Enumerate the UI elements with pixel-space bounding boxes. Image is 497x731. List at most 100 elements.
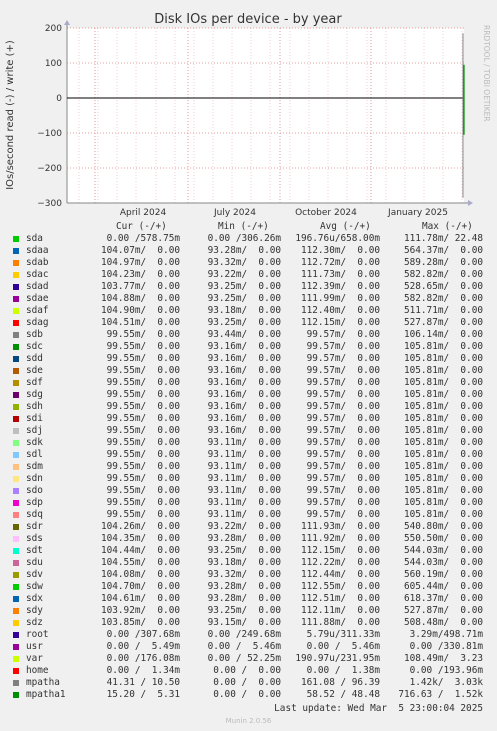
legend-value-avg: 111.99m/ 0.00: [300, 293, 380, 304]
legend-value-cur: 41.31 / 10.50: [106, 677, 180, 688]
legend-row: sdad 103.77m/ 0.00 93.25m/ 0.00 112.39m/ 0.…: [0, 281, 497, 293]
legend-series-name: sdt: [26, 545, 43, 556]
legend-row: sdt 104.44m/ 0.00 93.25m/ 0.00 112.15m/ 0.0…: [0, 545, 497, 557]
legend-value-avg: 99.57m/ 0.00: [306, 329, 380, 340]
legend-value-min: 93.11m/ 0.00: [207, 449, 281, 460]
y-axis: 200 100 0 −100 −200 −300: [37, 24, 62, 209]
legend-row: sdy 103.92m/ 0.00 93.25m/ 0.00 112.11m/ 0.0…: [0, 605, 497, 617]
legend-value-min: 0.00 / 5.46m: [207, 641, 281, 652]
legend-series-name: sdx: [26, 593, 43, 604]
legend-value-avg: 161.08 / 96.39: [300, 677, 380, 688]
legend-value-max: 105.81m/ 0.00: [403, 509, 483, 520]
x-tick-label: October 2024: [295, 208, 357, 218]
legend-value-avg: 112.22m/ 0.00: [300, 557, 380, 568]
legend-value-cur: 104.51m/ 0.00: [100, 317, 180, 328]
legend-series-name: sdr: [26, 521, 43, 532]
legend-series-name: mpatha: [26, 677, 60, 688]
legend-value-min: 93.16m/ 0.00: [207, 401, 281, 412]
legend-value-min: 0.00 / 52.25m: [207, 653, 281, 664]
legend-value-avg: 112.15m/ 0.00: [300, 317, 380, 328]
legend-swatch: [13, 392, 19, 398]
legend-swatch: [13, 320, 19, 326]
legend-swatch: [13, 404, 19, 410]
legend-value-min: 93.28m/ 0.00: [207, 533, 281, 544]
legend-value-cur: 99.55m/ 0.00: [106, 485, 180, 496]
legend-series-name: usr: [26, 641, 43, 652]
legend-swatch: [13, 296, 19, 302]
legend-value-max: 540.80m/ 0.00: [403, 521, 483, 532]
legend-value-cur: 99.55m/ 0.00: [106, 461, 180, 472]
legend-value-max: 111.78m/ 22.48: [403, 233, 483, 244]
legend-header-avg: Avg (-/+): [320, 221, 371, 232]
legend-value-max: 105.81m/ 0.00: [403, 413, 483, 424]
legend-value-min: 0.00 / 0.00: [213, 689, 281, 700]
rrdtool-watermark: RRDTOOL / TOBI OETIKER: [482, 25, 491, 122]
legend-row: sdo 99.55m/ 0.00 93.11m/ 0.00 99.57m/ 0.00 1…: [0, 485, 497, 497]
legend-value-avg: 99.57m/ 0.00: [306, 401, 380, 412]
legend-swatch: [13, 560, 19, 566]
legend-series-name: sdaa: [26, 245, 49, 256]
legend-series-name: sdad: [26, 281, 49, 292]
legend-swatch: [13, 644, 19, 650]
legend-value-max: 544.03m/ 0.00: [403, 557, 483, 568]
legend-row: sdf 99.55m/ 0.00 93.16m/ 0.00 99.57m/ 0.00 1…: [0, 377, 497, 389]
legend-swatch: [13, 248, 19, 254]
legend-value-max: 544.03m/ 0.00: [403, 545, 483, 556]
legend-swatch: [13, 464, 19, 470]
legend-swatch: [13, 428, 19, 434]
legend-value-cur: 0.00 / 5.49m: [106, 641, 180, 652]
legend-value-cur: 104.97m/ 0.00: [100, 257, 180, 268]
legend-value-min: 93.16m/ 0.00: [207, 341, 281, 352]
legend-row: sdd 99.55m/ 0.00 93.16m/ 0.00 99.57m/ 0.00 1…: [0, 353, 497, 365]
legend-value-max: 527.87m/ 0.00: [403, 317, 483, 328]
legend-value-cur: 0.00 / 1.34m: [106, 665, 180, 676]
legend-value-max: 105.81m/ 0.00: [403, 401, 483, 412]
legend-value-min: 93.11m/ 0.00: [207, 473, 281, 484]
legend-value-max: 105.81m/ 0.00: [403, 473, 483, 484]
legend-value-avg: 99.57m/ 0.00: [306, 425, 380, 436]
legend-row: sdx 104.61m/ 0.00 93.28m/ 0.00 112.51m/ 0.0…: [0, 593, 497, 605]
legend-series-name: sdi: [26, 413, 43, 424]
legend-value-cur: 104.70m/ 0.00: [100, 581, 180, 592]
legend-value-avg: 196.76u/658.00m: [295, 233, 380, 244]
legend-swatch: [13, 632, 19, 638]
legend-series-name: sda: [26, 233, 43, 244]
legend-swatch: [13, 356, 19, 362]
legend-swatch: [13, 500, 19, 506]
legend-value-min: 93.28m/ 0.00: [207, 245, 281, 256]
legend-value-max: 105.81m/ 0.00: [403, 497, 483, 508]
legend-series-name: sde: [26, 365, 43, 376]
legend-value-avg: 111.73m/ 0.00: [300, 269, 380, 280]
legend-value-avg: 99.57m/ 0.00: [306, 437, 380, 448]
legend-row: sdq 99.55m/ 0.00 93.11m/ 0.00 99.57m/ 0.00 1…: [0, 509, 497, 521]
legend-value-max: 105.81m/ 0.00: [403, 365, 483, 376]
legend-value-cur: 0.00 /578.75m: [106, 233, 180, 244]
legend-row: sdae 104.88m/ 0.00 93.25m/ 0.00 111.99m/ 0.…: [0, 293, 497, 305]
legend-value-min: 93.25m/ 0.00: [207, 317, 281, 328]
legend-value-max: 105.81m/ 0.00: [403, 389, 483, 400]
legend-value-max: 564.37m/ 0.00: [403, 245, 483, 256]
legend-row: sdz 103.85m/ 0.00 93.15m/ 0.00 111.88m/ 0.0…: [0, 617, 497, 629]
legend-series-name: root: [26, 629, 49, 640]
legend-value-avg: 99.57m/ 0.00: [306, 497, 380, 508]
legend-row: sde 99.55m/ 0.00 93.16m/ 0.00 99.57m/ 0.00 1…: [0, 365, 497, 377]
legend-value-max: 105.81m/ 0.00: [403, 485, 483, 496]
munin-version: Munin 2.0.56: [225, 717, 272, 725]
legend-value-max: 589.28m/ 0.00: [403, 257, 483, 268]
x-tick-label: January 2025: [387, 208, 448, 218]
legend-value-cur: 104.23m/ 0.00: [100, 269, 180, 280]
legend-value-cur: 104.55m/ 0.00: [100, 557, 180, 568]
legend-value-min: 93.25m/ 0.00: [207, 605, 281, 616]
legend-series-name: sdl: [26, 449, 43, 460]
legend-value-cur: 104.26m/ 0.00: [100, 521, 180, 532]
legend-value-max: 105.81m/ 0.00: [403, 341, 483, 352]
legend-value-min: 93.22m/ 0.00: [207, 521, 281, 532]
legend-series-name: home: [26, 665, 49, 676]
legend-value-avg: 5.79u/311.33m: [306, 629, 380, 640]
legend-value-cur: 0.00 /307.68m: [106, 629, 180, 640]
legend-value-min: 93.28m/ 0.00: [207, 581, 281, 592]
legend-value-avg: 58.52 / 48.48: [306, 689, 380, 700]
legend-value-avg: 112.51m/ 0.00: [300, 593, 380, 604]
legend-value-min: 0.00 /249.68m: [207, 629, 281, 640]
legend-value-avg: 99.57m/ 0.00: [306, 389, 380, 400]
